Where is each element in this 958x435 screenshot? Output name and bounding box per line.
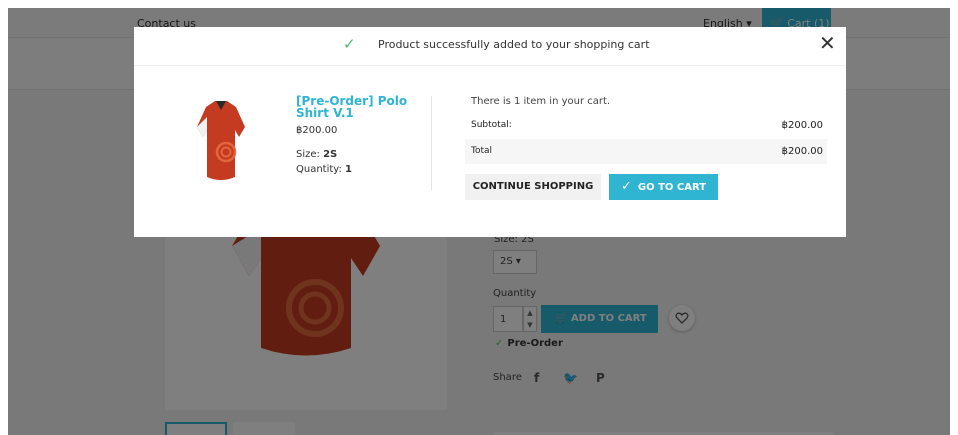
go-to-cart-label: GO TO CART	[637, 182, 707, 193]
size-value: 2S	[323, 149, 338, 160]
success-message: Product successfully added to your shopp…	[378, 38, 650, 51]
check-icon: ✓	[620, 179, 632, 194]
modal-product-name: [Pre-Order] Polo Shirt V.1	[296, 94, 408, 120]
modal-product-price: ฿200.00	[296, 125, 338, 136]
close-icon[interactable]: ✕	[819, 33, 836, 53]
add-to-cart-modal: ✓ Product successfully added to your sho…	[134, 27, 846, 237]
subtotal-value: ฿200.00	[781, 120, 823, 131]
modal-header: ✓ Product successfully added to your sho…	[134, 27, 846, 66]
modal-product-image	[196, 97, 246, 185]
cart-items-message: There is 1 item in your cart.	[471, 96, 611, 107]
total-value: ฿200.00	[781, 146, 823, 157]
modal-product-size: Size: 2S	[296, 149, 337, 160]
total-row: Total ฿200.00	[465, 139, 827, 164]
total-label: Total	[471, 146, 493, 156]
quantity-label: Quantity:	[296, 164, 342, 175]
divider	[431, 96, 432, 190]
go-to-cart-button[interactable]: ✓ GO TO CART	[609, 174, 718, 200]
check-icon: ✓	[343, 35, 356, 53]
continue-shopping-button[interactable]: CONTINUE SHOPPING	[465, 174, 601, 200]
subtotal-row: Subtotal: ฿200.00	[465, 113, 827, 138]
modal-product-quantity: Quantity: 1	[296, 164, 352, 175]
subtotal-label: Subtotal:	[471, 120, 512, 130]
quantity-value: 1	[345, 164, 353, 175]
size-label: Size:	[296, 149, 320, 160]
